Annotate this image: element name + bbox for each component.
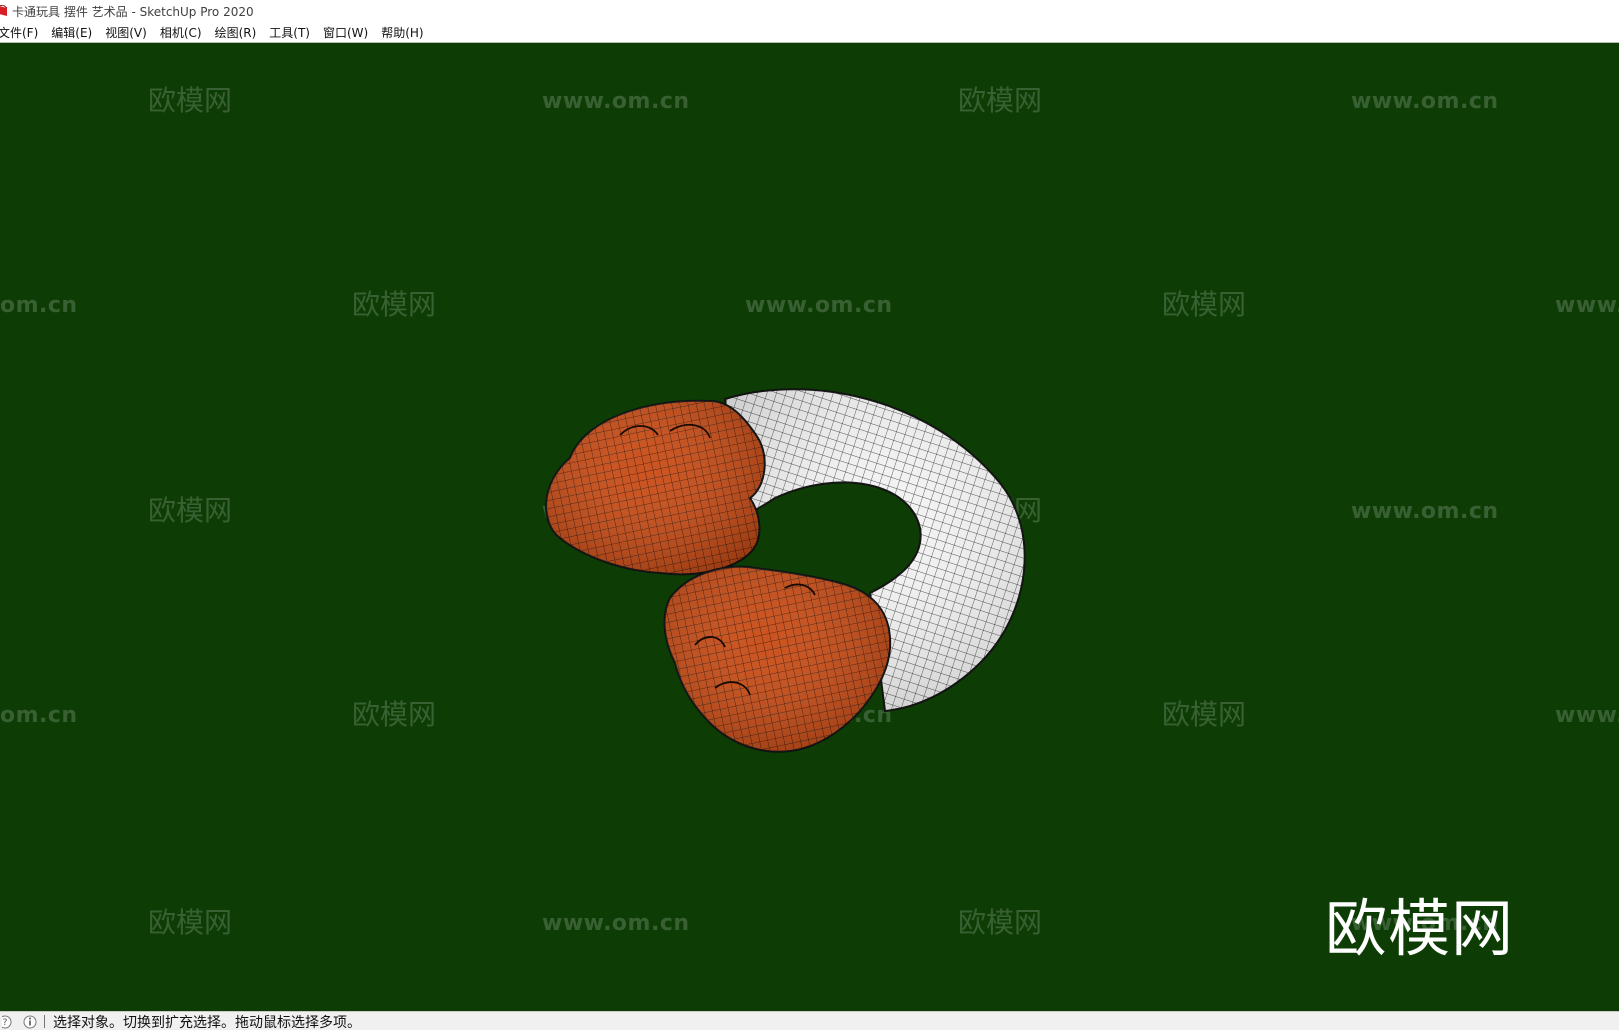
watermark-url-partial: om.cn — [0, 703, 78, 728]
menu-draw[interactable]: 绘图(R) — [215, 24, 257, 41]
menu-tools[interactable]: 工具(T) — [269, 24, 310, 41]
sketchup-logo-icon — [0, 5, 8, 16]
watermark-logo: 欧模网 — [1162, 698, 1247, 731]
watermark-logo: 欧模网 — [958, 84, 1043, 117]
watermark-logo: 欧模网 — [958, 906, 1043, 939]
watermark-logo: 欧模网 — [1162, 288, 1247, 321]
watermark-url: www.om.cn — [745, 293, 893, 318]
title-bar: 卡通玩具 摆件 艺术品 - SketchUp Pro 2020 — [0, 0, 1619, 22]
paw-lower-shading — [664, 566, 891, 752]
sketchup-window: 卡通玩具 摆件 艺术品 - SketchUp Pro 2020 文件(F) 编辑… — [0, 0, 1619, 1030]
menu-window[interactable]: 窗口(W) — [323, 24, 368, 41]
info-icon[interactable] — [22, 1014, 38, 1030]
watermark-logo: 欧模网 — [148, 84, 233, 117]
menu-edit[interactable]: 编辑(E) — [51, 24, 92, 41]
watermark-logo: 欧模网 — [352, 698, 437, 731]
status-separator — [44, 1015, 45, 1028]
menu-file[interactable]: 文件(F) — [0, 24, 38, 41]
window-title: 卡通玩具 摆件 艺术品 - SketchUp Pro 2020 — [12, 4, 254, 19]
help-circle-icon[interactable]: ? — [2, 1014, 18, 1030]
status-message: 选择对象。切换到扩充选择。拖动鼠标选择多项。 — [53, 1014, 361, 1030]
menu-help[interactable]: 帮助(H) — [381, 24, 423, 41]
watermark-url-partial: www. — [1555, 703, 1619, 728]
menu-camera[interactable]: 相机(C) — [160, 24, 202, 41]
watermark-url-partial: www. — [1555, 293, 1619, 318]
watermark-url: www.om.cn — [542, 89, 690, 114]
brand-logo-watermark: 欧模网 — [1325, 892, 1515, 965]
watermark-logo: 欧模网 — [148, 906, 233, 939]
watermark-logo: 欧模网 — [352, 288, 437, 321]
menu-view[interactable]: 视图(V) — [105, 24, 147, 41]
watermark-url: www.om.cn — [542, 911, 690, 936]
watermark-url: www.om.cn — [1351, 499, 1499, 524]
watermark-url: www.om.cn — [1351, 89, 1499, 114]
paw-upper-shading — [546, 400, 765, 575]
status-bar: ? 选择对象。切换到扩充选择。拖动鼠标选择多项。 — [0, 1011, 1619, 1030]
3d-model-torus[interactable] — [540, 363, 1070, 793]
watermark-url-partial: om.cn — [0, 293, 78, 318]
svg-text:?: ? — [3, 1018, 8, 1028]
menu-bar: 文件(F) 编辑(E) 视图(V) 相机(C) 绘图(R) 工具(T) 窗口(W… — [0, 22, 1619, 43]
watermark-logo: 欧模网 — [148, 494, 233, 527]
3d-viewport[interactable]: 欧模网 www.om.cn 欧模网 www.om.cn om.cn 欧模网 ww… — [0, 43, 1619, 1011]
